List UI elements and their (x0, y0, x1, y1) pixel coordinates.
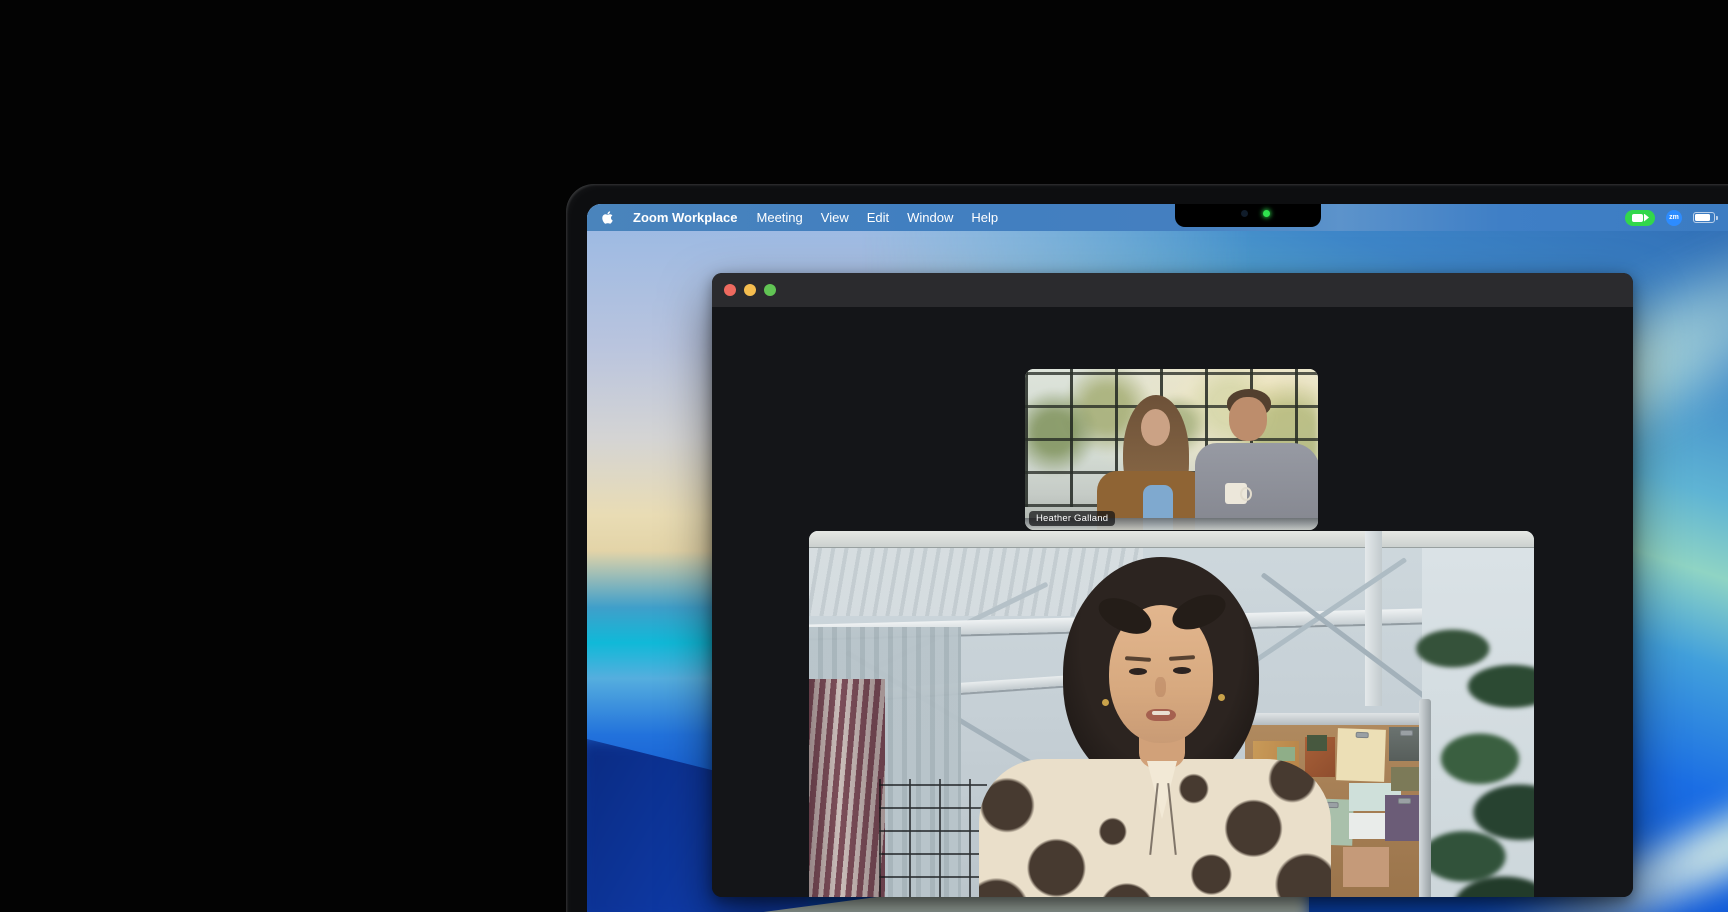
menu-item-meeting[interactable]: Meeting (748, 204, 812, 231)
fullscreen-button[interactable] (764, 284, 776, 296)
striped-curtain (809, 679, 885, 897)
menu-item-edit[interactable]: Edit (858, 204, 898, 231)
wire-rack (879, 779, 987, 897)
eyebrow (1169, 655, 1195, 661)
video-tile-annamae-cantoria[interactable]: AnnaMae Cantoria (809, 531, 1534, 897)
eye (1129, 668, 1147, 675)
menu-bar-status-area: zm (1625, 210, 1728, 226)
teeth (1152, 711, 1170, 715)
swatch-purple (1385, 795, 1423, 841)
mouth (1146, 709, 1176, 721)
participant-man-silhouette (1195, 389, 1318, 530)
swatch-clip (1356, 732, 1369, 738)
desktop-background: Zoom Workplace Meeting View Edit Window … (0, 0, 1728, 912)
partition-post (1419, 699, 1431, 897)
zoom-meeting-window: Heather Galland (712, 273, 1633, 897)
swatch-clip (1398, 798, 1411, 804)
earring (1218, 694, 1225, 701)
camcorder-lens-icon (1644, 214, 1649, 222)
zoom-menubar-icon[interactable]: zm (1666, 210, 1682, 226)
menu-item-window[interactable]: Window (898, 204, 962, 231)
battery-body-icon (1693, 212, 1715, 223)
menu-bar-left: Zoom Workplace Meeting View Edit Window … (587, 204, 1007, 231)
menu-item-help[interactable]: Help (962, 204, 1007, 231)
nose (1155, 677, 1166, 697)
man-face (1229, 397, 1267, 441)
camera-active-indicator[interactable] (1625, 210, 1655, 226)
camera-indicator-light (1263, 210, 1270, 217)
menu-item-view[interactable]: View (812, 204, 858, 231)
meeting-video-canvas: Heather Galland (712, 307, 1633, 897)
tile2-mezzanine-shelf (809, 531, 1534, 548)
earring (1102, 699, 1109, 706)
app-menu-title[interactable]: Zoom Workplace (624, 204, 748, 231)
macbook-screen: Zoom Workplace Meeting View Edit Window … (587, 204, 1728, 912)
man-sweater (1195, 443, 1318, 530)
swatch-gray (1389, 727, 1423, 761)
apple-icon (601, 210, 614, 225)
steel-column (1365, 531, 1382, 706)
window-titlebar[interactable] (712, 273, 1633, 307)
battery-tip (1716, 216, 1718, 220)
swatch-dark-green (1307, 735, 1327, 751)
minimize-button[interactable] (744, 284, 756, 296)
swatch-terracotta (1343, 847, 1389, 887)
swatch-green (1277, 747, 1295, 761)
participant-name-label: Heather Galland (1029, 511, 1115, 526)
battery-fill (1695, 214, 1710, 221)
apple-menu[interactable] (601, 204, 624, 231)
camera-lens-icon (1241, 210, 1248, 217)
mood-board-rail (1239, 713, 1427, 725)
swatch-cream (1336, 728, 1386, 782)
coffee-mug (1225, 483, 1247, 504)
swatch-clip (1400, 730, 1413, 736)
battery-indicator[interactable] (1693, 212, 1718, 223)
woman-face (1141, 409, 1170, 446)
camcorder-icon (1632, 214, 1643, 222)
eye (1173, 667, 1191, 674)
close-button[interactable] (724, 284, 736, 296)
menu-bar: Zoom Workplace Meeting View Edit Window … (587, 204, 1728, 231)
video-tile-heather-galland[interactable]: Heather Galland (1025, 369, 1318, 530)
display-notch (1175, 204, 1321, 227)
eyebrow (1125, 656, 1151, 662)
macbook-bezel: Zoom Workplace Meeting View Edit Window … (566, 184, 1728, 912)
